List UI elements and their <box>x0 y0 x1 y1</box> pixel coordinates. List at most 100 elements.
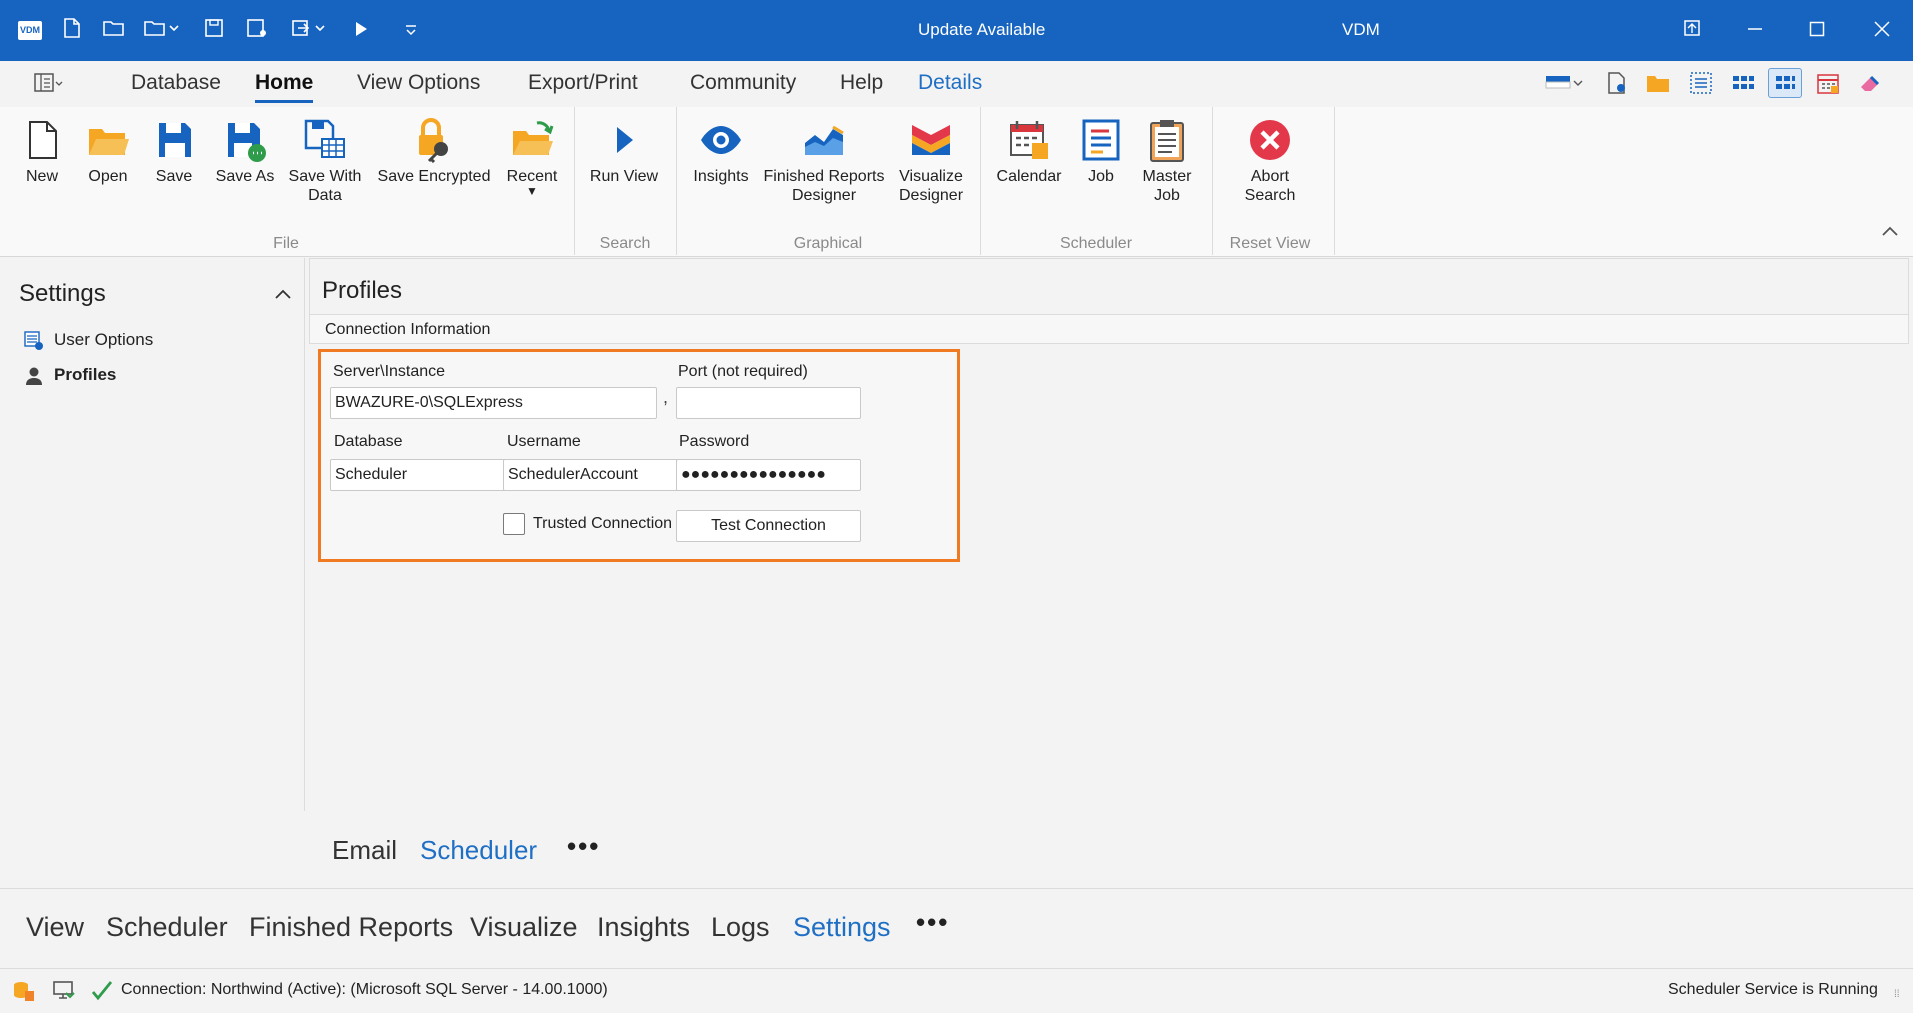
menu-bar: Database Home View Options Export/Print … <box>0 61 1913 107</box>
insights-label: Insights <box>693 168 749 185</box>
save-icon[interactable] <box>204 18 224 44</box>
server-instance-label: Server\Instance <box>333 363 446 380</box>
port-input[interactable] <box>676 387 861 419</box>
collapse-ribbon-chevron-up-icon[interactable] <box>1881 221 1899 242</box>
open-label: Open <box>88 168 128 185</box>
connection-status-text: Connection: Northwind (Active): (Microso… <box>121 981 608 998</box>
close-icon[interactable] <box>1862 14 1902 48</box>
app-logo: VDM <box>18 21 42 40</box>
settings-panel: Settings User Options Profiles <box>2 258 305 811</box>
calendar-button[interactable]: Calendar <box>990 117 1068 186</box>
padlock-key-icon <box>419 118 448 163</box>
update-available-text[interactable]: Update Available <box>918 20 1045 40</box>
database-input[interactable] <box>330 459 515 491</box>
customize-icon[interactable] <box>402 18 420 44</box>
nav-tab-settings[interactable]: Settings <box>793 912 891 943</box>
recent-button[interactable]: Recent ▼ <box>498 117 566 198</box>
minimize-icon[interactable] <box>1735 14 1775 48</box>
finished-reports-designer-button[interactable]: Finished Reports Designer <box>760 117 888 205</box>
abort-search-button[interactable]: Abort Search <box>1230 117 1310 205</box>
run-icon[interactable] <box>352 18 370 44</box>
tab-database[interactable]: Database <box>131 71 221 95</box>
new-button[interactable]: New <box>14 117 70 186</box>
subtab-email[interactable]: Email <box>332 835 397 866</box>
save-as-icon <box>228 123 266 162</box>
master-job-button[interactable]: Master Job <box>1132 117 1202 205</box>
bottom-navigation: View Scheduler Finished Reports Visualiz… <box>0 888 1913 968</box>
restore-layout-icon[interactable] <box>1672 14 1712 48</box>
grid-view-icon[interactable] <box>1730 71 1756 95</box>
group-label-reset-view: Reset View <box>1229 235 1311 252</box>
eraser-icon[interactable] <box>1857 71 1883 95</box>
visualize-designer-button[interactable]: Visualize Designer <box>892 117 970 205</box>
group-label-scheduler: Scheduler <box>1059 235 1133 252</box>
subtab-scheduler[interactable]: Scheduler <box>420 835 537 866</box>
collapse-settings-chevron-up-icon[interactable] <box>274 284 292 305</box>
new-label: New <box>25 168 58 185</box>
save-with-data-button[interactable]: Save With Data <box>284 117 366 205</box>
save-label: Save <box>155 168 193 185</box>
sidebar-item-user-options[interactable]: User Options <box>24 330 153 351</box>
scheduler-service-status: Scheduler Service is Running <box>1668 981 1878 998</box>
tab-view-options[interactable]: View Options <box>357 71 480 95</box>
profiles-label: Profiles <box>54 365 117 384</box>
port-label: Port (not required) <box>678 363 808 380</box>
job-button[interactable]: Job <box>1076 117 1126 186</box>
insights-button[interactable]: Insights <box>686 117 756 186</box>
ribbon: New Open Save Save As Save With Data Sav… <box>0 107 1913 257</box>
password-input[interactable] <box>676 459 861 491</box>
export-icon[interactable] <box>290 18 330 44</box>
tab-home[interactable]: Home <box>255 71 314 103</box>
theme-color-icon[interactable] <box>1545 71 1585 95</box>
nav-tab-scheduler[interactable]: Scheduler <box>106 912 228 943</box>
resize-grip-icon[interactable]: ⁞⁞ <box>1894 989 1900 1000</box>
settings-document-icon[interactable] <box>1605 71 1631 95</box>
calendar-icon[interactable] <box>1815 71 1841 95</box>
sidebar-item-profiles[interactable]: Profiles <box>24 365 116 386</box>
tile-view-icon[interactable] <box>1768 68 1802 98</box>
visualize-chart-icon <box>912 125 950 155</box>
folder-icon[interactable] <box>1645 71 1671 95</box>
port-separator: , <box>663 387 669 407</box>
open-folder-icon[interactable] <box>102 18 126 44</box>
recent-chevron-down-icon: ▼ <box>526 184 538 198</box>
open-button[interactable]: Open <box>80 117 136 186</box>
connection-monitor-icon[interactable] <box>52 979 76 1003</box>
list-view-icon[interactable] <box>1688 71 1714 95</box>
nav-tab-view[interactable]: View <box>26 912 84 943</box>
nav-tab-finished-reports[interactable]: Finished Reports <box>249 912 453 943</box>
server-instance-input[interactable] <box>330 387 657 419</box>
tab-export-print[interactable]: Export/Print <box>528 71 638 95</box>
save-encrypted-button[interactable]: Save Encrypted <box>374 117 494 186</box>
open-recent-icon[interactable] <box>142 18 182 44</box>
save-as-button[interactable]: Save As <box>210 117 280 186</box>
save-as-icon[interactable] <box>246 18 268 44</box>
tab-help[interactable]: Help <box>840 71 883 95</box>
nav-more-icon[interactable]: ••• <box>916 907 949 938</box>
run-view-label: Run View <box>589 168 659 185</box>
nav-tab-visualize[interactable]: Visualize <box>470 912 578 943</box>
new-document-icon[interactable] <box>62 18 82 44</box>
group-label-graphical: Graphical <box>793 235 863 252</box>
tab-community[interactable]: Community <box>690 71 796 95</box>
eye-icon <box>701 126 741 154</box>
visualize-label-2: Designer <box>898 187 964 204</box>
calendar-icon <box>1010 121 1048 159</box>
group-label-file: File <box>273 235 299 252</box>
nav-tab-logs[interactable]: Logs <box>711 912 770 943</box>
panel-toggle-icon[interactable] <box>34 71 63 95</box>
username-input[interactable] <box>503 459 688 491</box>
subtab-more-icon[interactable]: ••• <box>567 831 600 862</box>
save-button[interactable]: Save <box>146 117 202 186</box>
run-view-button[interactable]: Run View <box>584 117 664 186</box>
trusted-connection-checkbox[interactable] <box>503 513 525 535</box>
profiles-header: Profiles <box>309 258 1909 314</box>
check-icon <box>90 979 114 1003</box>
test-connection-button[interactable]: Test Connection <box>676 510 861 542</box>
tab-details[interactable]: Details <box>918 71 982 95</box>
maximize-icon[interactable] <box>1797 14 1837 48</box>
abort-search-label-2: Search <box>1244 187 1296 204</box>
group-divider <box>980 107 981 255</box>
database-stack-icon[interactable] <box>12 979 36 1003</box>
nav-tab-insights[interactable]: Insights <box>597 912 690 943</box>
